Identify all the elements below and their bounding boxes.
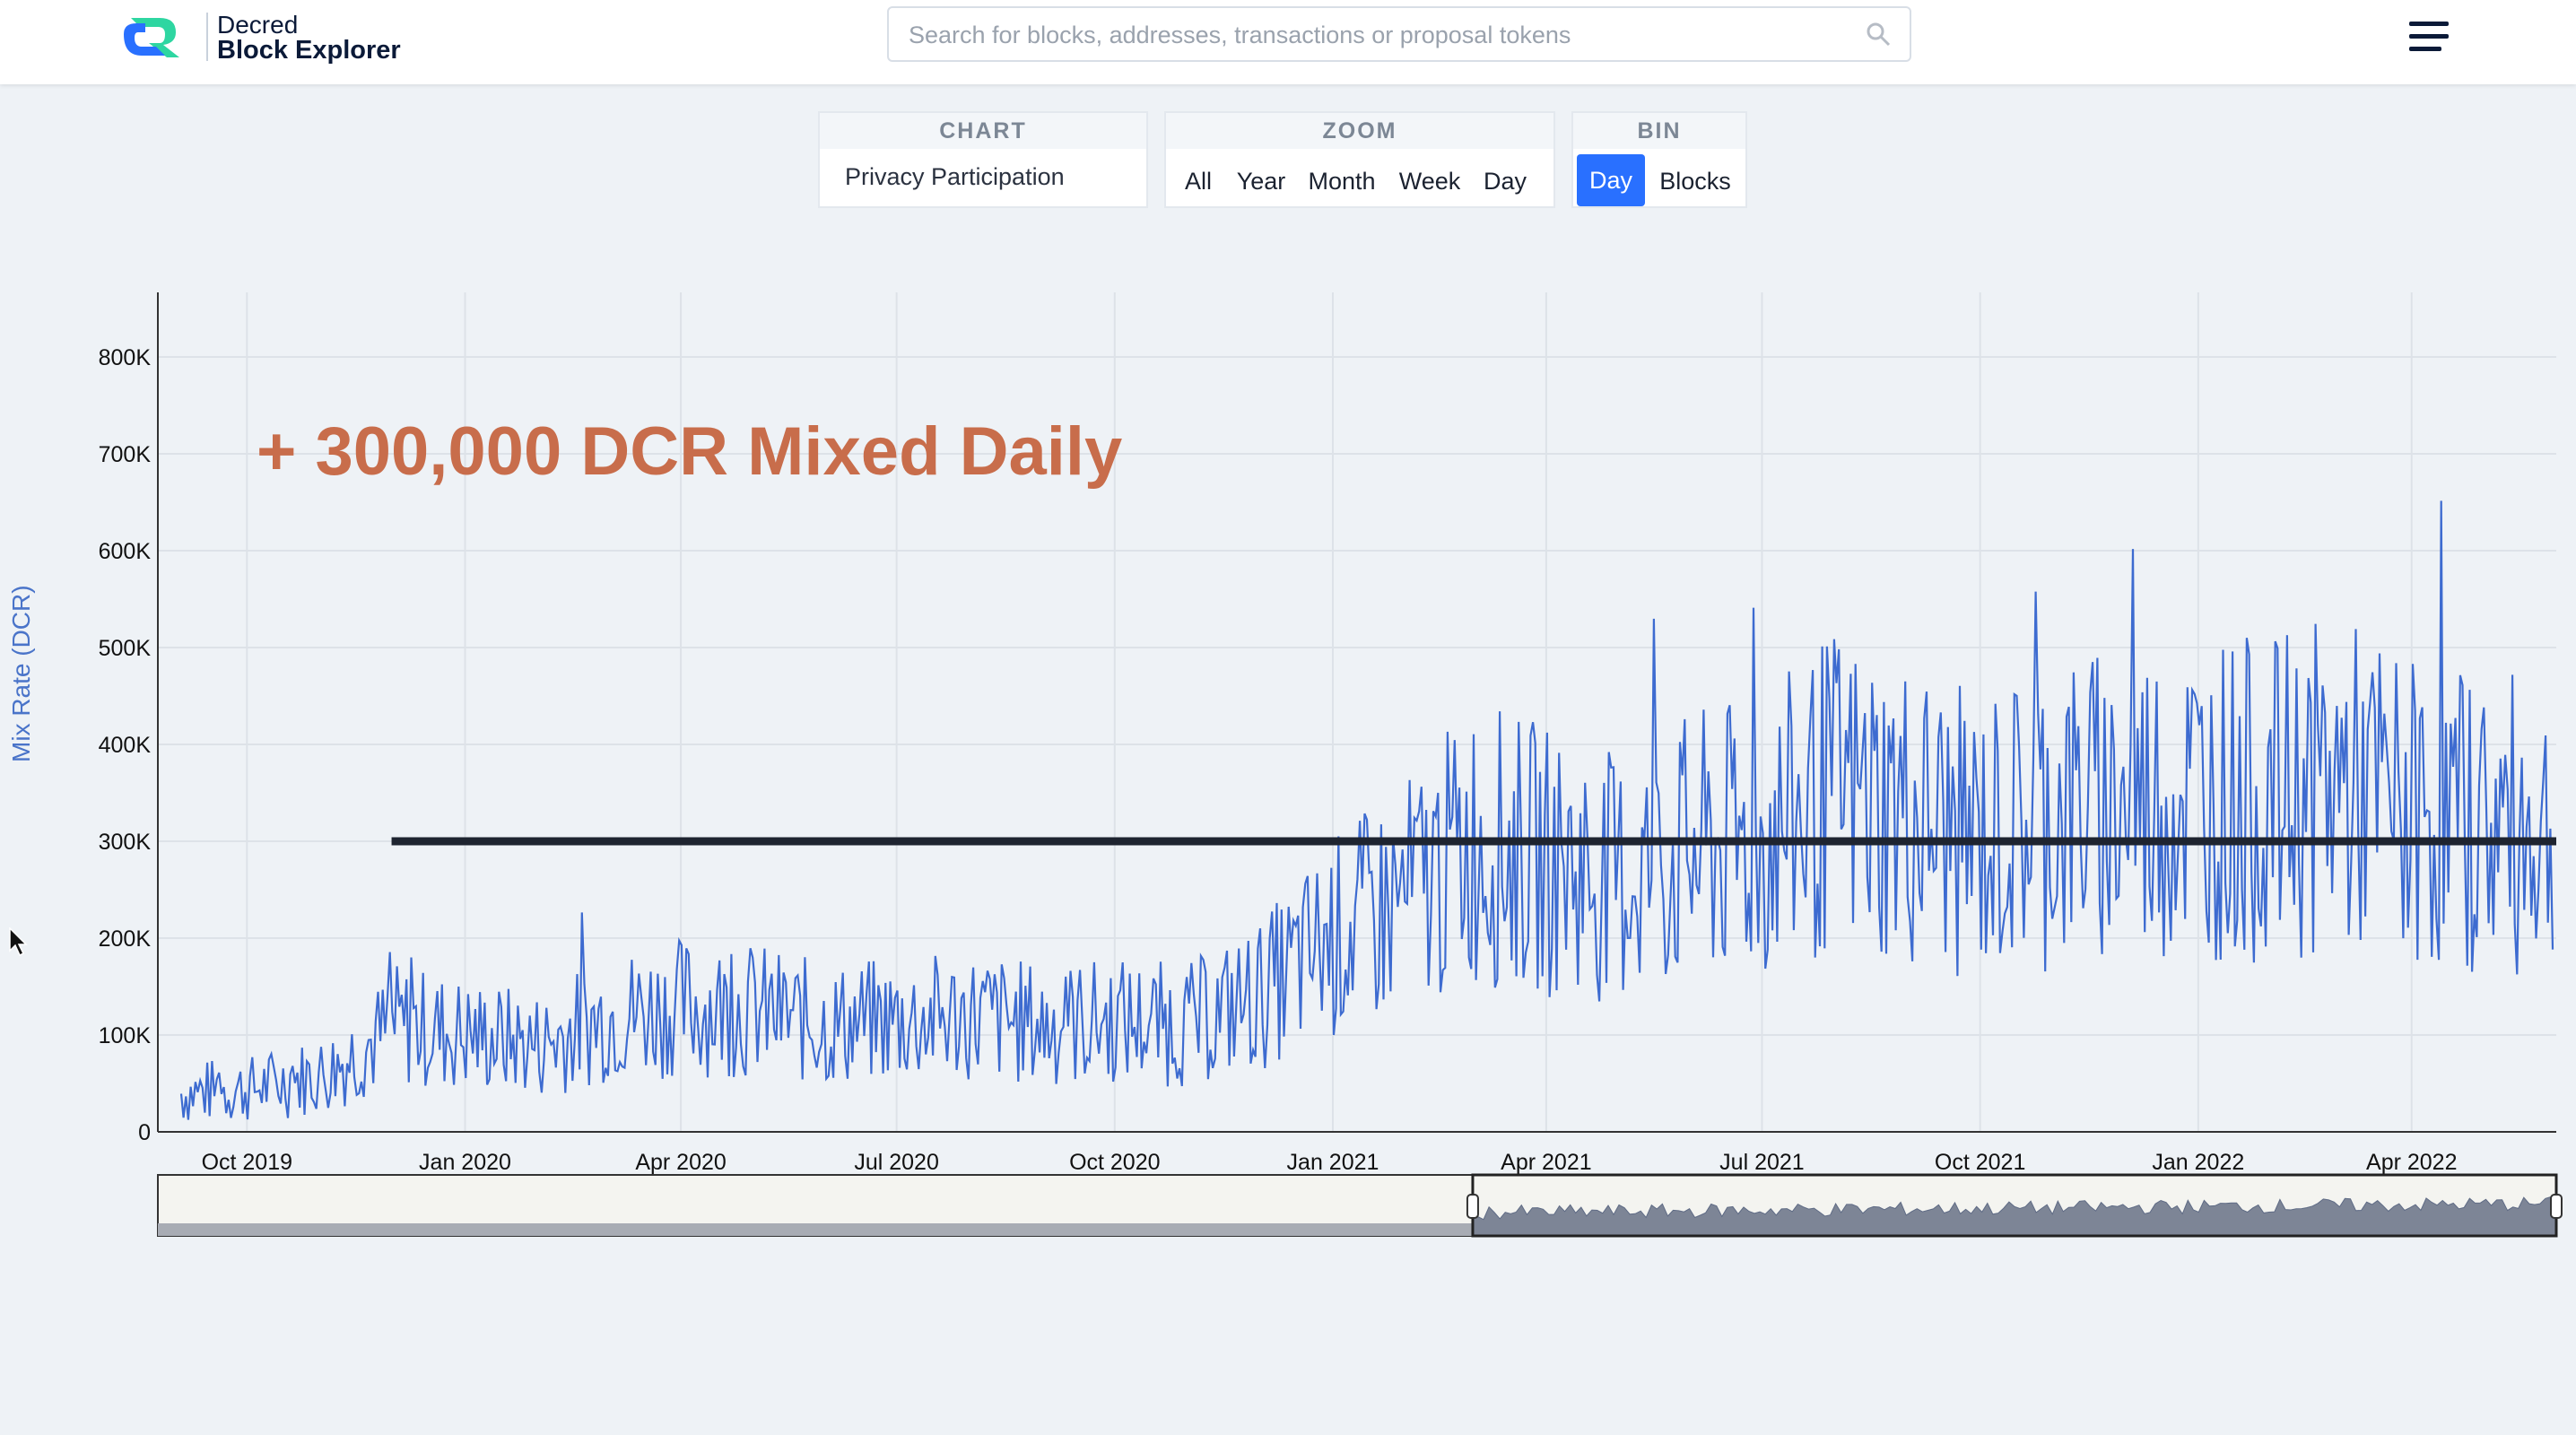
y-axis-label: Mix Rate (DCR): [7, 585, 35, 762]
y-tick-label: 700K: [99, 442, 152, 467]
mouse-cursor-icon: [9, 927, 28, 957]
x-tick-label: Jul 2021: [1719, 1150, 1805, 1175]
mixed-daily-annotation: + 300,000 DCR Mixed Daily: [257, 413, 1123, 490]
y-tick-label: 400K: [99, 733, 152, 758]
y-tick-label: 800K: [99, 345, 152, 370]
range-selector-right-handle[interactable]: [2550, 1194, 2563, 1219]
x-tick-label: Apr 2022: [2366, 1150, 2457, 1175]
y-tick-label: 200K: [99, 926, 152, 952]
x-tick-label: Jan 2021: [1287, 1150, 1379, 1175]
x-tick-label: Jan 2020: [419, 1150, 511, 1175]
range-selector-left-handle[interactable]: [1466, 1194, 1479, 1219]
x-tick-label: Oct 2021: [1935, 1150, 2025, 1175]
y-tick-label: 500K: [99, 636, 152, 661]
mix-rate-series-line: [179, 500, 2554, 1120]
x-tick-label: Jan 2022: [2152, 1150, 2244, 1175]
range-selector-unselected-band: [158, 1223, 1473, 1236]
x-tick-label: Jul 2020: [854, 1150, 939, 1175]
y-tick-label: 0: [138, 1120, 151, 1145]
x-tick-label: Apr 2021: [1501, 1150, 1591, 1175]
x-tick-label: Oct 2019: [202, 1150, 292, 1175]
mix-rate-chart: 0 100K 200K 300K 400K 500K 600K 700K 800K Oct 201…: [99, 292, 2563, 1238]
x-tick-label: Oct 2020: [1069, 1150, 1160, 1175]
x-tick-label: Apr 2020: [635, 1150, 726, 1175]
y-tick-label: 300K: [99, 830, 152, 855]
y-tick-label: 600K: [99, 539, 152, 564]
y-tick-label: 100K: [99, 1023, 152, 1048]
